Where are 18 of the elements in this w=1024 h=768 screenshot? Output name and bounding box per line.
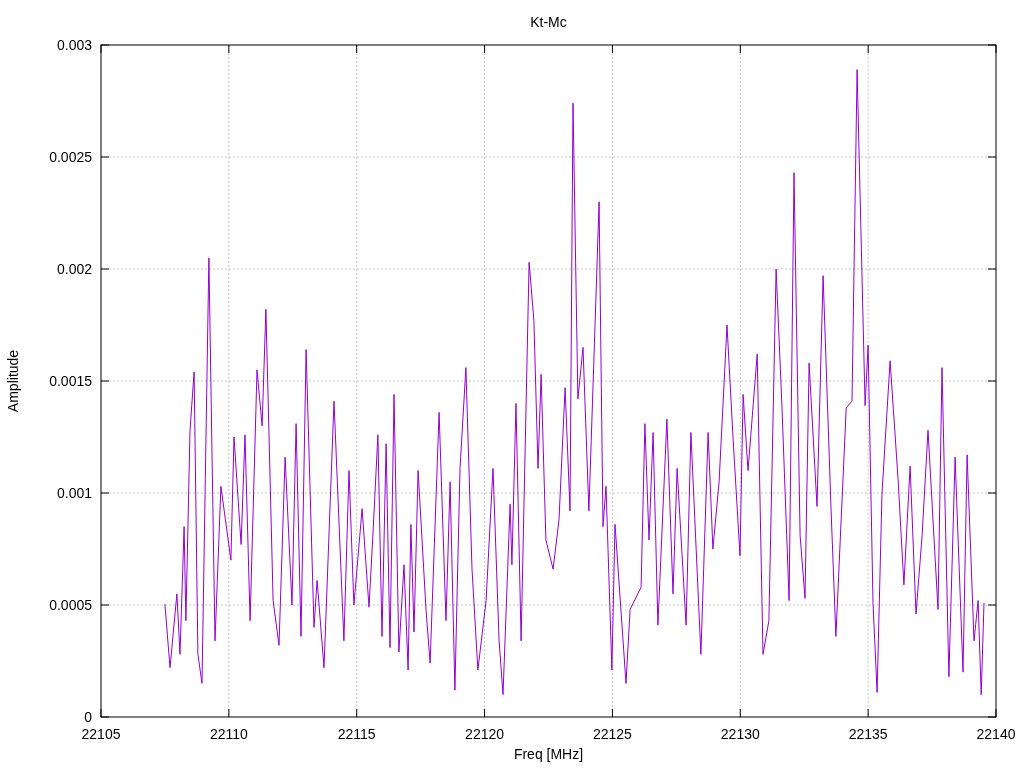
axis-label: Amplitude	[5, 349, 21, 413]
tick-label: 22110	[209, 726, 248, 742]
tick-label: 0.0025	[49, 149, 92, 165]
tick-label: 22130	[720, 726, 760, 742]
tick-label: 22105	[81, 726, 121, 742]
tick-label: 0.0015	[49, 373, 92, 389]
tick-label: 0	[84, 709, 92, 725]
tick-label: 0.003	[56, 37, 92, 53]
tick-label: 22135	[848, 726, 888, 742]
tick-label: 0.001	[56, 485, 92, 501]
tick-label: 22125	[592, 726, 632, 742]
tick-label: 22140	[976, 726, 1016, 742]
tick-label: 0.0005	[49, 597, 92, 613]
tick-label: 22120	[465, 726, 505, 742]
chart-title: Kt-Mc	[530, 14, 567, 30]
axis-label: Freq [MHz]	[513, 746, 584, 762]
tick-label: 0.002	[56, 261, 92, 277]
tick-label: 22115	[337, 726, 376, 742]
